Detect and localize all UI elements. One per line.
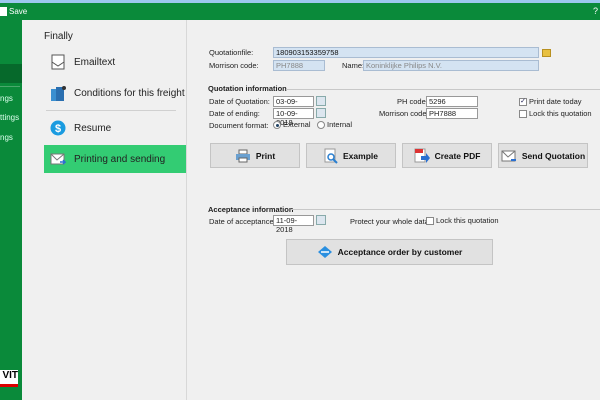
save-button[interactable]: Save [9, 7, 27, 16]
date-ending-field[interactable]: 10-09-2018 [273, 108, 314, 127]
magnifier-icon [324, 148, 338, 164]
sidebar-item-3[interactable]: ngs [0, 133, 22, 142]
title-bar: Save ? [0, 3, 600, 20]
button-label: Example [343, 150, 378, 161]
building-icon [48, 84, 68, 102]
checkbox-label: Lock this quotation [529, 109, 592, 118]
lock-checkbox[interactable]: Lock this quotation [519, 109, 592, 119]
quotationfile-label: Quotationfile: [209, 48, 254, 57]
lock2-checkbox[interactable]: Lock this quotation [426, 216, 499, 226]
document-format-label: Document format: [209, 121, 269, 130]
nav-item-label: Conditions for this freight [74, 87, 185, 99]
protect-label: Protect your whole data: [350, 217, 431, 226]
nav-item-label: Printing and sending [74, 153, 166, 165]
nav-title: Finally [44, 31, 73, 42]
quotation-info-title: Quotation information [208, 84, 287, 93]
email-text-icon [48, 53, 68, 71]
radio-label: External [283, 120, 311, 129]
quotationfile-field[interactable]: 180903153359758 [273, 47, 539, 58]
morison2-label: Morrison code: [379, 109, 429, 118]
morison-field[interactable]: PH7888 [273, 60, 325, 71]
date-quotation-label: Date of Quotation: [209, 97, 270, 106]
date-acceptance-label: Date of acceptance: [209, 217, 276, 226]
name-label: Name: [342, 61, 365, 70]
checkbox-checked-icon: ✓ [519, 98, 527, 107]
checkbox-icon [426, 217, 434, 226]
calendar-icon[interactable] [316, 96, 326, 106]
format-internal-radio[interactable]: Internal [317, 120, 353, 130]
logo-text: VIT [2, 370, 18, 381]
nav-item-label: Emailtext [74, 56, 116, 68]
checkbox-label: Lock this quotation [436, 216, 499, 225]
sidebar-item-2[interactable]: ttings [0, 113, 22, 122]
ph-code-field[interactable]: 5296 [426, 96, 478, 107]
handshake-icon [317, 246, 332, 258]
create-pdf-button[interactable]: Create PDF [402, 143, 492, 168]
checkbox-label: Print date today [529, 97, 582, 106]
svg-text:$: $ [55, 123, 61, 135]
date-acceptance-field[interactable]: 11-09-2018 [273, 215, 314, 234]
save-icon[interactable] [0, 7, 7, 16]
sidebar-item-1[interactable]: ngs [0, 94, 22, 103]
sidebar-divider [0, 86, 20, 87]
nav-item-emailtext[interactable]: Emailtext [44, 48, 186, 76]
acceptance-order-button[interactable]: Acceptance order by customer [286, 239, 493, 265]
help-button[interactable]: ? [593, 6, 598, 16]
send-mail-icon [501, 150, 516, 161]
dollar-icon: $ [48, 119, 68, 137]
calendar-icon[interactable] [316, 108, 326, 118]
morison-label: Morrison code: [209, 61, 259, 70]
date-quotation-field[interactable]: 03-09-2018 [273, 96, 314, 115]
print-date-checkbox[interactable]: ✓ Print date today [519, 97, 582, 107]
logo-strip [0, 384, 18, 387]
sidebar: ngs ttings ngs VIT [0, 20, 22, 400]
date-ending-label: Date of ending: [209, 109, 260, 118]
radio-icon [273, 121, 281, 130]
calendar-icon[interactable] [316, 215, 326, 225]
example-button[interactable]: Example [306, 143, 396, 168]
print-button[interactable]: Print [210, 143, 300, 168]
folder-icon[interactable] [542, 49, 551, 57]
name-field[interactable]: Koninklijke Philips N.V. [363, 60, 539, 71]
nav-item-label: Resume [74, 122, 112, 134]
send-mail-icon [48, 150, 68, 168]
format-external-radio[interactable]: External [273, 120, 311, 130]
button-label: Send Quotation [521, 150, 586, 161]
nav-item-conditions[interactable]: Conditions for this freight [44, 79, 186, 107]
sidebar-selected-item[interactable] [0, 64, 22, 83]
button-label: Create PDF [434, 150, 481, 161]
button-label: Acceptance order by customer [337, 247, 463, 257]
radio-icon [317, 121, 325, 130]
logo: VIT [0, 370, 18, 384]
nav-item-printing[interactable]: Printing and sending [44, 145, 186, 173]
acceptance-info-title: Acceptance information [208, 205, 294, 214]
ph-code-label: PH code: [397, 97, 428, 106]
send-quotation-button[interactable]: Send Quotation [498, 143, 588, 168]
morison2-field[interactable]: PH7888 [426, 108, 478, 119]
nav-divider [46, 110, 176, 111]
printer-icon [235, 149, 250, 162]
nav-item-resume[interactable]: $ Resume [44, 114, 186, 142]
button-label: Print [255, 150, 276, 161]
pdf-icon [414, 148, 430, 163]
checkbox-icon [519, 110, 527, 119]
divider [291, 209, 600, 210]
divider [286, 89, 600, 90]
section-nav: Finally [22, 20, 187, 400]
radio-label: Internal [327, 120, 353, 129]
